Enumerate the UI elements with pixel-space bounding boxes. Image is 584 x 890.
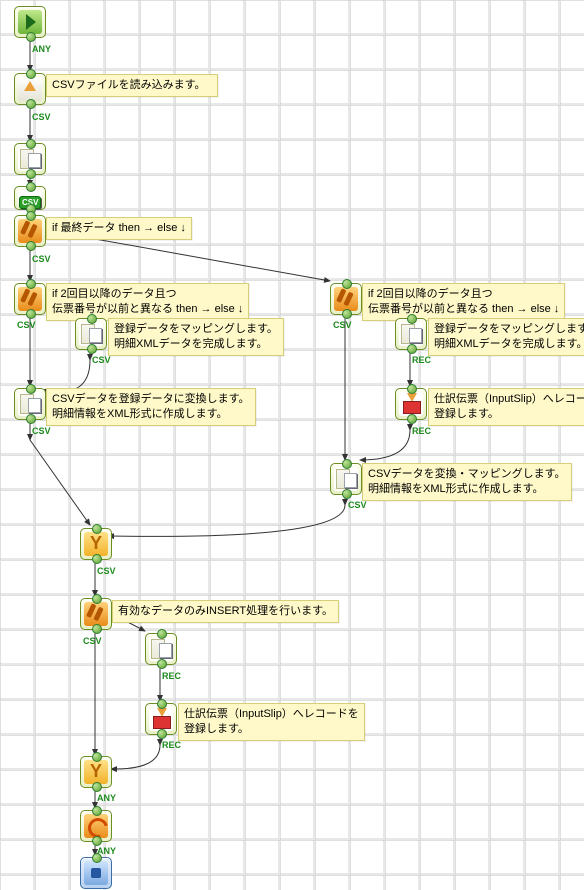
note-branch-second-l: if 2回目以降のデータ且つ 伝票番号が以前と異なる then → else ↓ [46, 283, 249, 321]
note-branch-valid: 有効なデータのみINSERT処理を行います。 [112, 600, 339, 623]
edge-tag-csv: CSV [97, 566, 116, 576]
insert-node-2[interactable] [145, 703, 177, 735]
end-node[interactable] [80, 857, 112, 889]
edge-tag-any: ANY [97, 793, 116, 803]
branch-icon [18, 287, 42, 311]
map-node-r[interactable] [395, 318, 427, 350]
csv-badge-node[interactable] [14, 186, 46, 210]
stop-icon [84, 861, 108, 885]
start-node[interactable] [14, 6, 46, 38]
convert-node-l[interactable] [14, 388, 46, 420]
branch-icon [334, 287, 358, 311]
edge-tag-any: ANY [32, 44, 51, 54]
loop-node[interactable] [80, 810, 112, 842]
merge-node-2[interactable] [80, 756, 112, 788]
convert-node-r[interactable] [330, 463, 362, 495]
edge-tag-rec: REC [412, 426, 431, 436]
branch-valid[interactable] [80, 598, 112, 630]
edge-tag-csv: CSV [32, 254, 51, 264]
upload-icon [18, 77, 42, 101]
edge-tag-csv: CSV [348, 500, 367, 510]
edge-tag-csv: CSV [17, 320, 36, 330]
play-icon [18, 10, 42, 34]
sheet-icon [79, 322, 103, 346]
insert-icon [149, 707, 173, 731]
note-map-r: 登録データをマッピングします。 明細XMLデータを完成します。 [428, 318, 584, 356]
flow-canvas: { "tags":{"any":"ANY","csv":"CSV","rec":… [0, 0, 584, 890]
merge-icon [84, 760, 108, 784]
note-map-l: 登録データをマッピングします。 明細XMLデータを完成します。 [108, 318, 284, 356]
note-convert-l: CSVデータを登録データに変換します。 明細情報をXML形式に作成します。 [46, 388, 256, 426]
edge-tag-rec: REC [412, 355, 431, 365]
edge-tag-rec: REC [162, 740, 181, 750]
branch-second-r[interactable] [330, 283, 362, 315]
transform-node-1[interactable] [14, 143, 46, 175]
sheet-icon [18, 147, 42, 171]
read-csv-node[interactable] [14, 73, 46, 105]
port [26, 32, 36, 42]
sheet-icon [18, 392, 42, 416]
sheet-icon [334, 467, 358, 491]
note-insert-r: 仕訳伝票（InputSlip）へレコードを 登録します。 [428, 388, 584, 426]
edge-tag-csv: CSV [92, 355, 111, 365]
transform-node-2[interactable] [145, 633, 177, 665]
note-branch-final: if 最終データ then → else ↓ [46, 217, 192, 240]
insert-icon [399, 392, 423, 416]
insert-node-r[interactable] [395, 388, 427, 420]
edge-tag-csv: CSV [32, 426, 51, 436]
edge-tag-csv: CSV [83, 636, 102, 646]
note-convert-r: CSVデータを変換・マッピングします。 明細情報をXML形式に作成します。 [362, 463, 572, 501]
edge-tag-rec: REC [162, 671, 181, 681]
branch-icon [18, 219, 42, 243]
edge-tag-csv: CSV [333, 320, 352, 330]
sheet-icon [149, 637, 173, 661]
sheet-icon [399, 322, 423, 346]
note-insert-2: 仕訳伝票（InputSlip）へレコードを 登録します。 [178, 703, 365, 741]
note-branch-second-r: if 2回目以降のデータ且つ 伝票番号が以前と異なる then → else ↓ [362, 283, 565, 321]
edge-tag-csv: CSV [32, 112, 51, 122]
merge-node-1[interactable] [80, 528, 112, 560]
note-read-csv: CSVファイルを読み込みます。 [46, 74, 218, 97]
merge-icon [84, 532, 108, 556]
branch-final[interactable] [14, 215, 46, 247]
branch-icon [84, 602, 108, 626]
map-node-l[interactable] [75, 318, 107, 350]
branch-second-l[interactable] [14, 283, 46, 315]
loop-icon [84, 814, 108, 838]
